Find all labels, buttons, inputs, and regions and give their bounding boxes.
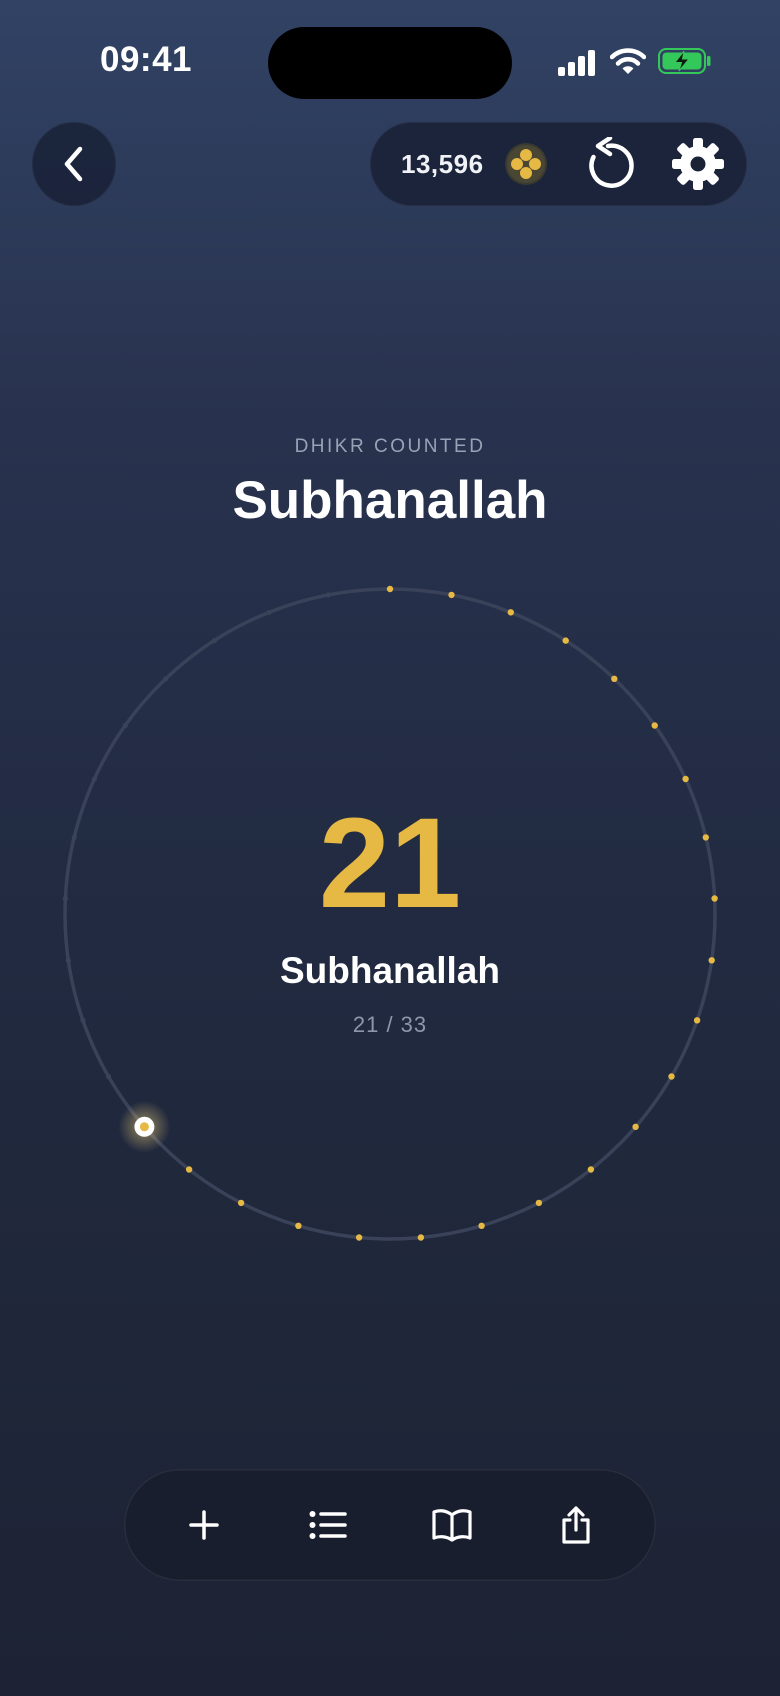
ring-dot-remaining (163, 676, 169, 682)
ring-dot-counted (386, 585, 394, 593)
ring-dot-counted (535, 1199, 543, 1207)
book-icon (432, 1509, 472, 1542)
list-icon (309, 1511, 347, 1539)
ring-dot-remaining (325, 592, 332, 598)
ring-dot-remaining (105, 1073, 112, 1080)
ring-dot-counted (507, 609, 514, 616)
ring-dot-counted (632, 1123, 639, 1131)
share-button[interactable] (546, 1495, 606, 1555)
list-button[interactable] (298, 1495, 358, 1555)
ring-dot-remaining (91, 776, 97, 782)
ring-dot-counted (185, 1166, 193, 1173)
ring-dot-counted (562, 637, 569, 644)
ring-dot-counted (295, 1222, 302, 1230)
ring-dot-counted (237, 1199, 245, 1207)
add-button[interactable] (174, 1495, 234, 1555)
ring-dot-remaining (211, 638, 217, 644)
counter-ring[interactable] (0, 0, 780, 1300)
count-label: Subhanallah (280, 950, 500, 991)
count-number: 21 (318, 792, 462, 935)
ring-dot-counted (587, 1166, 595, 1173)
ring-dot-counted (448, 591, 455, 599)
ring-dot-remaining (122, 722, 128, 729)
ring-dot-counted (611, 675, 618, 682)
book-button[interactable] (422, 1495, 482, 1555)
count-progress: 21 / 33 (352, 1012, 428, 1037)
ring-dot-counted (651, 722, 658, 729)
ring-progress-handle-core (139, 1122, 149, 1132)
plus-icon (189, 1510, 219, 1540)
share-icon (562, 1506, 590, 1544)
ring-dot-remaining (266, 609, 272, 615)
ring-dot-counted (668, 1073, 675, 1080)
ring-dot-counted (682, 775, 689, 783)
ring-dot-counted (355, 1234, 363, 1241)
ring-dot-counted (478, 1222, 485, 1230)
ring-dot-counted (417, 1234, 425, 1241)
bottom-toolbar (124, 1469, 656, 1581)
